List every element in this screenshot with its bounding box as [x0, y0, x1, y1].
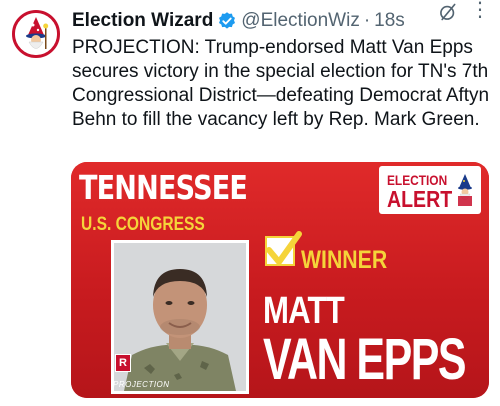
wizard-icon	[458, 174, 472, 206]
verified-badge-icon	[219, 12, 236, 29]
state-title: TENNESSEE	[79, 168, 248, 207]
candidate-last-name: VAN EPPS	[263, 327, 467, 392]
handle[interactable]: @ElectionWiz	[241, 10, 360, 32]
display-name[interactable]: Election Wizard	[72, 10, 213, 32]
portrait-image	[114, 243, 246, 391]
checkmark-icon	[266, 231, 302, 265]
more-options-icon[interactable]: ⋮	[470, 0, 490, 20]
projection-label: PROJECTION	[113, 380, 170, 389]
election-alert-box: ELECTION ALERT	[379, 166, 481, 214]
candidate-photo	[111, 240, 249, 394]
race-label: U.S. CONGRESS	[81, 214, 205, 235]
party-badge: R	[115, 354, 131, 372]
tweet-text: PROJECTION: Trump-endorsed Matt Van Epps…	[72, 37, 490, 130]
tweet-header: Election Wizard @ElectionWiz · 18s	[72, 10, 492, 32]
separator-dot: ·	[363, 10, 371, 31]
wizard-icon	[15, 13, 57, 55]
timestamp[interactable]: 18s	[374, 10, 405, 32]
alert-line2: ALERT	[387, 186, 453, 212]
grok-icon[interactable]	[438, 2, 458, 22]
candidate-portrait	[114, 243, 246, 391]
author-avatar[interactable]	[12, 10, 60, 58]
media-card[interactable]: TENNESSEE ELECTION ALERT U.S. CONGRESS R…	[71, 162, 489, 398]
winner-label: WINNER	[301, 246, 388, 274]
